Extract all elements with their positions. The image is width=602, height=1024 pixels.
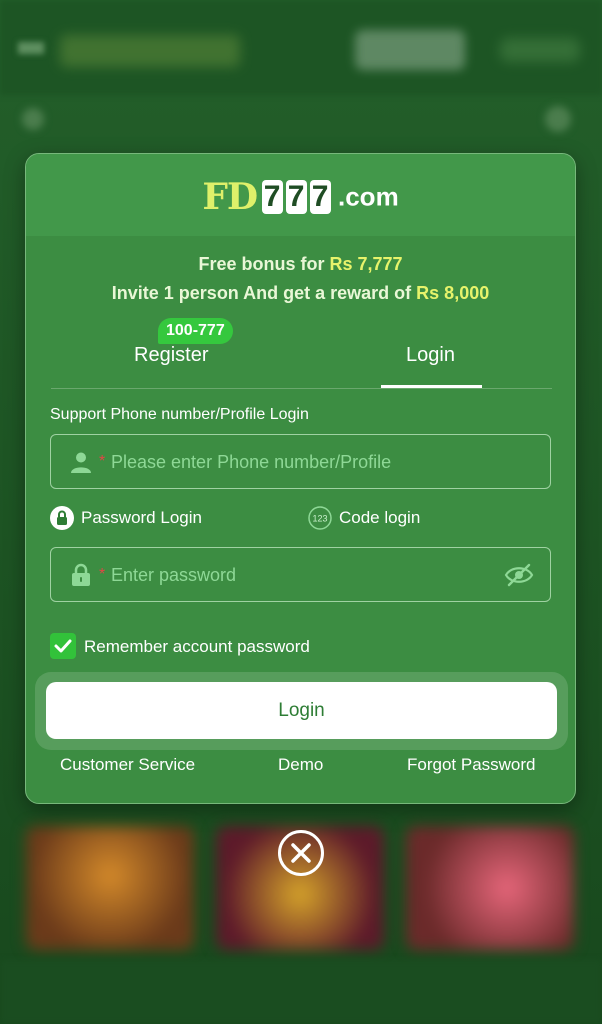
background-header-button [355, 30, 465, 70]
eye-off-icon[interactable] [504, 562, 534, 588]
brand-suffix: .com [338, 181, 399, 212]
password-login-label: Password Login [81, 508, 202, 527]
phone-input[interactable] [109, 445, 493, 480]
background-header-badge [500, 38, 580, 62]
promo-invite-text: Invite 1 person And get a reward of [111, 283, 417, 303]
required-mark: * [99, 453, 106, 470]
background-game-tile [406, 826, 574, 950]
required-mark: * [99, 566, 106, 583]
active-tab-indicator [381, 385, 482, 388]
password-field[interactable]: * [50, 547, 551, 602]
brand-digit: 7 [309, 180, 331, 214]
remember-label: Remember account password [84, 637, 310, 656]
promo-invite-amount: Rs 8,000 [416, 283, 490, 303]
tab-register[interactable]: Register [134, 344, 208, 367]
background-logo [60, 35, 240, 67]
check-icon [54, 639, 72, 653]
promo-invite: Invite 1 person And get a reward of Rs 8… [26, 283, 575, 304]
brand-digit: 7 [285, 180, 307, 214]
code-icon-text: 123 [312, 514, 327, 524]
brand-prefix: FD [202, 176, 258, 218]
lock-circle-icon [50, 506, 74, 530]
promo-bonus: Free bonus for Rs 7,777 [26, 254, 575, 275]
modal-header: FD 777 .com [26, 154, 575, 236]
support-login-label: Support Phone number/Profile Login [50, 406, 309, 423]
register-bonus-tag: 100-777 [158, 318, 233, 344]
phone-field[interactable]: * [50, 434, 551, 489]
login-modal: FD 777 .com Free bonus for Rs 7,777 Invi… [25, 153, 576, 804]
auth-tabs: 100-777 Register Login [51, 314, 552, 389]
background-game-tile [26, 826, 194, 950]
user-icon [71, 452, 91, 473]
background-menu-icon [22, 108, 44, 130]
login-button-frame: Login [35, 672, 568, 750]
brand-logo: FD 777 .com [26, 176, 575, 218]
footer-links: Customer Service Demo Forgot Password [26, 755, 575, 779]
close-icon[interactable] [277, 829, 325, 877]
demo-link[interactable]: Demo [278, 755, 323, 775]
brand-digits: 777 [261, 180, 334, 214]
promo-bonus-amount: Rs 7,777 [329, 254, 403, 274]
remember-checkbox[interactable] [50, 633, 76, 659]
code-login-label: Code login [339, 508, 421, 527]
password-input[interactable] [109, 558, 493, 593]
promo-bonus-text: Free bonus for [198, 254, 330, 274]
tab-login[interactable]: Login [406, 344, 455, 367]
background-bottom-nav [0, 960, 602, 1024]
customer-service-link[interactable]: Customer Service [60, 755, 195, 775]
code-number-icon: 123 [308, 506, 332, 530]
brand-digit: 7 [261, 180, 283, 214]
background-settings-icon [545, 106, 571, 132]
lock-icon [72, 563, 90, 586]
forgot-password-link[interactable]: Forgot Password [407, 755, 536, 775]
background-back-icon [18, 42, 44, 54]
login-button[interactable]: Login [46, 682, 557, 739]
